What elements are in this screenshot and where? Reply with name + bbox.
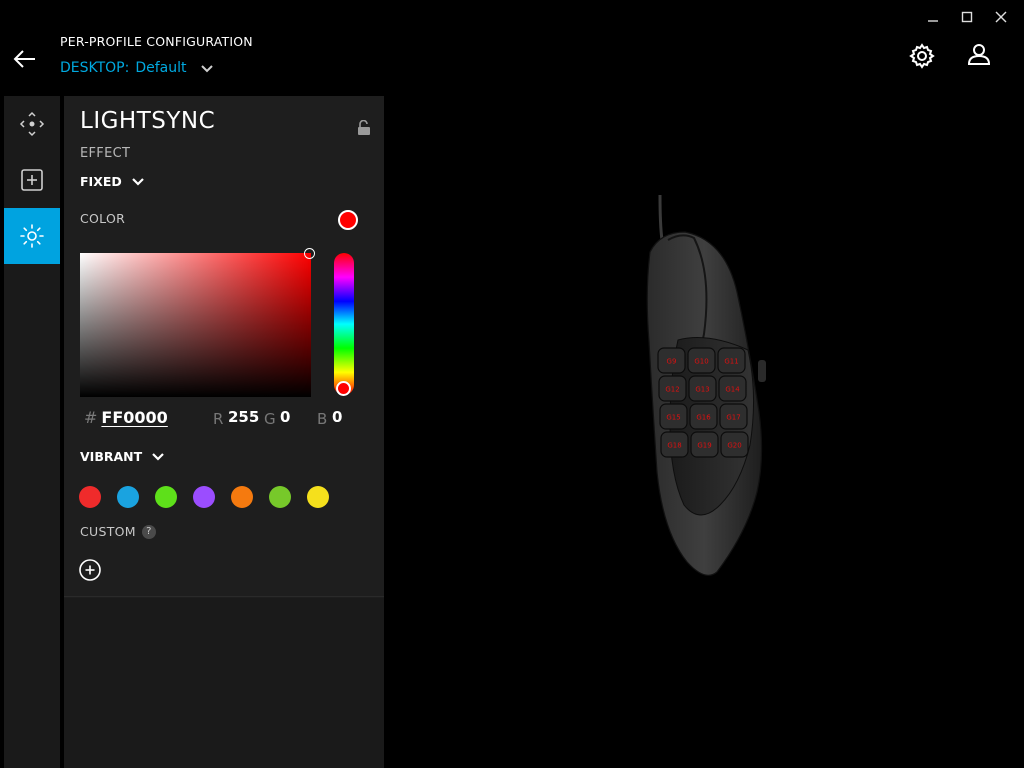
preset-color-3[interactable] [155, 486, 177, 508]
pointer-settings-icon [19, 111, 45, 137]
thumb-key-label: G10 [694, 358, 708, 366]
help-icon[interactable]: ? [141, 524, 156, 539]
palette-value: VIBRANT [80, 449, 143, 464]
color-label: COLOR [80, 211, 126, 226]
account-button[interactable] [965, 41, 993, 69]
lock-open-icon[interactable] [357, 119, 371, 136]
assignments-icon [21, 169, 43, 191]
thumb-key-label: G19 [697, 442, 711, 450]
current-color-swatch[interactable] [338, 210, 358, 230]
sidebar-item-lightsync[interactable] [4, 208, 60, 264]
thumb-key-label: G9 [667, 358, 677, 366]
close-icon [995, 11, 1007, 23]
thumb-key-label: G20 [727, 442, 741, 450]
sidebar-item-assignments[interactable] [4, 152, 60, 208]
custom-label: CUSTOM [80, 524, 136, 539]
device-preview: G9 G10 G11 G12 G13 G14 G15 G16 G17 G18 G19 G20 [620, 190, 780, 580]
preset-color-2[interactable] [117, 486, 139, 508]
thumb-key-label: G12 [665, 386, 679, 394]
profile-selector[interactable]: DESKTOP: Default [60, 60, 213, 76]
profile-label: DESKTOP: [60, 60, 130, 76]
ghub-window: PER-PROFILE CONFIGURATION DESKTOP: Defau… [0, 0, 1024, 768]
panel-empty-area [64, 598, 384, 768]
lightsync-panel: LIGHTSYNC EFFECT FIXED COLOR # FF0000 R … [64, 96, 384, 768]
thumb-key-label: G13 [695, 386, 709, 394]
back-button[interactable] [12, 46, 38, 72]
thumb-key-label: G18 [667, 442, 681, 450]
page-title: PER-PROFILE CONFIGURATION [60, 34, 253, 49]
sidebar-item-pointer[interactable] [4, 96, 60, 152]
maximize-icon [961, 11, 973, 23]
thumb-key-label: G15 [666, 414, 680, 422]
close-button[interactable] [984, 6, 1018, 28]
thumb-key-label: G17 [726, 414, 740, 422]
preset-colors [79, 486, 329, 508]
profile-name: Default [135, 60, 187, 76]
gear-icon [909, 43, 935, 69]
plus-circle-icon [79, 559, 101, 581]
thumb-key-label: G14 [725, 386, 740, 394]
hue-slider[interactable] [334, 253, 354, 395]
user-icon [967, 44, 991, 65]
effect-label: EFFECT [80, 146, 131, 161]
effect-dropdown[interactable]: FIXED [80, 174, 144, 189]
window-controls [916, 6, 1018, 28]
arrow-left-icon [13, 50, 35, 68]
saturation-value-handle[interactable] [304, 248, 315, 259]
saturation-value-picker[interactable] [80, 248, 315, 397]
chevron-down-icon [131, 177, 144, 186]
lightsync-settings: LIGHTSYNC EFFECT FIXED COLOR # FF0000 R … [64, 96, 384, 597]
hex-field: # FF0000 [84, 408, 168, 427]
thumb-key-label: G16 [696, 414, 711, 422]
thumb-key-label: G11 [724, 358, 738, 366]
panel-title: LIGHTSYNC [80, 108, 216, 134]
custom-colors-label: CUSTOM ? [80, 524, 156, 539]
effect-value: FIXED [80, 174, 122, 189]
minimize-icon [928, 20, 938, 22]
chevron-down-icon [152, 452, 164, 461]
palette-dropdown[interactable]: VIBRANT [80, 449, 164, 464]
mouse-image: G9 G10 G11 G12 G13 G14 G15 G16 G17 G18 G19 G20 [646, 194, 766, 576]
hex-input[interactable]: FF0000 [101, 408, 167, 427]
add-custom-color-button[interactable] [79, 559, 101, 581]
b-input[interactable]: 0 [332, 408, 342, 426]
lightsync-icon [20, 224, 44, 248]
preset-color-5[interactable] [231, 486, 253, 508]
g-label: G [264, 410, 276, 428]
hex-prefix: # [84, 408, 98, 427]
b-label: B [317, 410, 328, 428]
settings-button[interactable] [908, 42, 936, 70]
sidebar-rail [4, 96, 60, 768]
preset-color-6[interactable] [269, 486, 291, 508]
preset-color-7[interactable] [307, 486, 329, 508]
preset-color-4[interactable] [193, 486, 215, 508]
hue-slider-handle[interactable] [336, 381, 351, 396]
minimize-button[interactable] [916, 6, 950, 28]
r-input[interactable]: 255 [228, 408, 259, 426]
r-label: R [213, 410, 224, 428]
preset-color-1[interactable] [79, 486, 101, 508]
maximize-button[interactable] [950, 6, 984, 28]
g-input[interactable]: 0 [280, 408, 290, 426]
chevron-down-icon [200, 65, 213, 73]
